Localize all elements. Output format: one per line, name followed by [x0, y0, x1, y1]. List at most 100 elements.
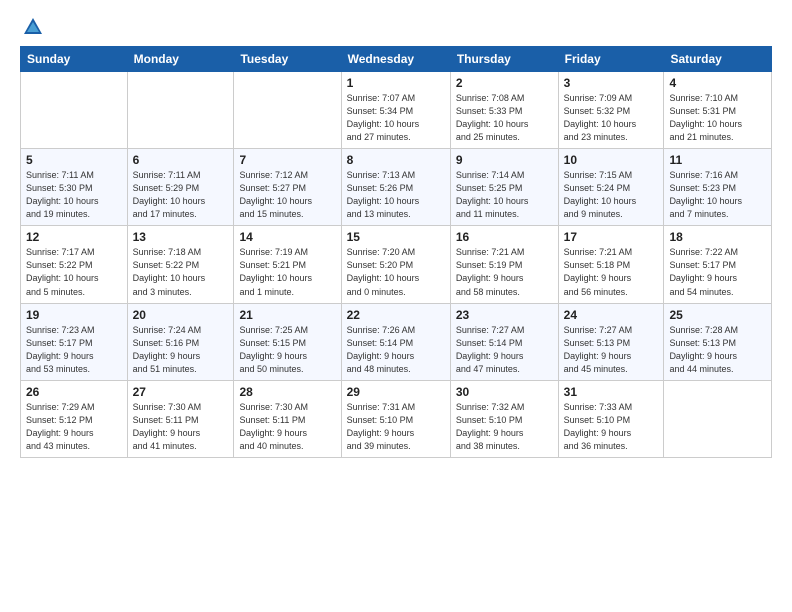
calendar-week-row: 12 Sunrise: 7:17 AM Sunset: 5:22 PM Dayli… [21, 226, 772, 303]
day-info: Sunrise: 7:30 AM Sunset: 5:11 PM Dayligh… [239, 401, 335, 453]
calendar-cell: 9 Sunrise: 7:14 AM Sunset: 5:25 PM Daylig… [450, 149, 558, 226]
calendar-cell: 15 Sunrise: 7:20 AM Sunset: 5:20 PM Dayli… [341, 226, 450, 303]
day-number: 21 [239, 308, 335, 322]
calendar-cell: 14Sunrise: 7:19 AM Sunset: 5:21 PM Dayli… [234, 226, 341, 303]
weekday-header: Tuesday [234, 47, 341, 72]
day-number: 18 [669, 230, 766, 244]
calendar-cell: 1Sunrise: 7:07 AM Sunset: 5:34 PM Daylig… [341, 72, 450, 149]
day-info: Sunrise: 7:33 AM Sunset: 5:10 PM Dayligh… [564, 401, 659, 453]
day-info: Sunrise: 7:13 AM Sunset: 5:26 PM Dayligh… [347, 169, 445, 221]
day-number: 14 [239, 230, 335, 244]
calendar-cell: 6 Sunrise: 7:11 AM Sunset: 5:29 PM Daylig… [127, 149, 234, 226]
calendar-cell: 4 Sunrise: 7:10 AM Sunset: 5:31 PM Daylig… [664, 72, 772, 149]
calendar-header-row: SundayMondayTuesdayWednesdayThursdayFrid… [21, 47, 772, 72]
calendar-cell: 28 Sunrise: 7:30 AM Sunset: 5:11 PM Dayli… [234, 380, 341, 457]
day-number: 26 [26, 385, 122, 399]
calendar-cell: 8 Sunrise: 7:13 AM Sunset: 5:26 PM Daylig… [341, 149, 450, 226]
calendar-cell: 21 Sunrise: 7:25 AM Sunset: 5:15 PM Dayli… [234, 303, 341, 380]
day-number: 23 [456, 308, 553, 322]
logo [20, 16, 44, 38]
calendar-cell: 5 Sunrise: 7:11 AM Sunset: 5:30 PM Daylig… [21, 149, 128, 226]
calendar: SundayMondayTuesdayWednesdayThursdayFrid… [20, 46, 772, 458]
day-info: Sunrise: 7:31 AM Sunset: 5:10 PM Dayligh… [347, 401, 445, 453]
calendar-cell: 30Sunrise: 7:32 AM Sunset: 5:10 PM Dayli… [450, 380, 558, 457]
day-info: Sunrise: 7:17 AM Sunset: 5:22 PM Dayligh… [26, 246, 122, 298]
page: SundayMondayTuesdayWednesdayThursdayFrid… [0, 0, 792, 468]
day-number: 17 [564, 230, 659, 244]
day-info: Sunrise: 7:22 AM Sunset: 5:17 PM Dayligh… [669, 246, 766, 298]
day-info: Sunrise: 7:18 AM Sunset: 5:22 PM Dayligh… [133, 246, 229, 298]
day-info: Sunrise: 7:16 AM Sunset: 5:23 PM Dayligh… [669, 169, 766, 221]
calendar-cell: 23Sunrise: 7:27 AM Sunset: 5:14 PM Dayli… [450, 303, 558, 380]
day-info: Sunrise: 7:20 AM Sunset: 5:20 PM Dayligh… [347, 246, 445, 298]
weekday-header: Monday [127, 47, 234, 72]
calendar-cell: 22 Sunrise: 7:26 AM Sunset: 5:14 PM Dayli… [341, 303, 450, 380]
day-info: Sunrise: 7:08 AM Sunset: 5:33 PM Dayligh… [456, 92, 553, 144]
weekday-header: Wednesday [341, 47, 450, 72]
header [20, 16, 772, 38]
day-number: 10 [564, 153, 659, 167]
day-number: 25 [669, 308, 766, 322]
day-info: Sunrise: 7:21 AM Sunset: 5:19 PM Dayligh… [456, 246, 553, 298]
day-info: Sunrise: 7:14 AM Sunset: 5:25 PM Dayligh… [456, 169, 553, 221]
day-number: 7 [239, 153, 335, 167]
day-info: Sunrise: 7:23 AM Sunset: 5:17 PM Dayligh… [26, 324, 122, 376]
day-number: 9 [456, 153, 553, 167]
weekday-header: Sunday [21, 47, 128, 72]
calendar-cell [664, 380, 772, 457]
logo-icon [22, 16, 44, 38]
calendar-cell: 12 Sunrise: 7:17 AM Sunset: 5:22 PM Dayli… [21, 226, 128, 303]
day-number: 22 [347, 308, 445, 322]
calendar-cell: 16 Sunrise: 7:21 AM Sunset: 5:19 PM Dayli… [450, 226, 558, 303]
day-number: 15 [347, 230, 445, 244]
calendar-cell: 26Sunrise: 7:29 AM Sunset: 5:12 PM Dayli… [21, 380, 128, 457]
calendar-week-row: 26Sunrise: 7:29 AM Sunset: 5:12 PM Dayli… [21, 380, 772, 457]
day-info: Sunrise: 7:27 AM Sunset: 5:13 PM Dayligh… [564, 324, 659, 376]
day-info: Sunrise: 7:10 AM Sunset: 5:31 PM Dayligh… [669, 92, 766, 144]
calendar-cell: 29 Sunrise: 7:31 AM Sunset: 5:10 PM Dayli… [341, 380, 450, 457]
day-number: 11 [669, 153, 766, 167]
day-number: 2 [456, 76, 553, 90]
day-number: 29 [347, 385, 445, 399]
day-number: 24 [564, 308, 659, 322]
day-info: Sunrise: 7:32 AM Sunset: 5:10 PM Dayligh… [456, 401, 553, 453]
day-info: Sunrise: 7:09 AM Sunset: 5:32 PM Dayligh… [564, 92, 659, 144]
day-number: 8 [347, 153, 445, 167]
day-number: 5 [26, 153, 122, 167]
calendar-cell [127, 72, 234, 149]
calendar-cell: 19 Sunrise: 7:23 AM Sunset: 5:17 PM Dayli… [21, 303, 128, 380]
calendar-cell: 7Sunrise: 7:12 AM Sunset: 5:27 PM Daylig… [234, 149, 341, 226]
calendar-cell: 10 Sunrise: 7:15 AM Sunset: 5:24 PM Dayli… [558, 149, 664, 226]
calendar-cell: 25 Sunrise: 7:28 AM Sunset: 5:13 PM Dayli… [664, 303, 772, 380]
calendar-week-row: 5 Sunrise: 7:11 AM Sunset: 5:30 PM Daylig… [21, 149, 772, 226]
day-info: Sunrise: 7:28 AM Sunset: 5:13 PM Dayligh… [669, 324, 766, 376]
day-info: Sunrise: 7:21 AM Sunset: 5:18 PM Dayligh… [564, 246, 659, 298]
day-info: Sunrise: 7:30 AM Sunset: 5:11 PM Dayligh… [133, 401, 229, 453]
calendar-cell: 3Sunrise: 7:09 AM Sunset: 5:32 PM Daylig… [558, 72, 664, 149]
day-info: Sunrise: 7:25 AM Sunset: 5:15 PM Dayligh… [239, 324, 335, 376]
calendar-cell: 17 Sunrise: 7:21 AM Sunset: 5:18 PM Dayli… [558, 226, 664, 303]
day-info: Sunrise: 7:07 AM Sunset: 5:34 PM Dayligh… [347, 92, 445, 144]
calendar-week-row: 1Sunrise: 7:07 AM Sunset: 5:34 PM Daylig… [21, 72, 772, 149]
calendar-cell: 13Sunrise: 7:18 AM Sunset: 5:22 PM Dayli… [127, 226, 234, 303]
calendar-cell: 27Sunrise: 7:30 AM Sunset: 5:11 PM Dayli… [127, 380, 234, 457]
calendar-cell: 20Sunrise: 7:24 AM Sunset: 5:16 PM Dayli… [127, 303, 234, 380]
calendar-cell: 18 Sunrise: 7:22 AM Sunset: 5:17 PM Dayli… [664, 226, 772, 303]
day-number: 31 [564, 385, 659, 399]
calendar-cell: 2 Sunrise: 7:08 AM Sunset: 5:33 PM Daylig… [450, 72, 558, 149]
weekday-header: Friday [558, 47, 664, 72]
day-number: 12 [26, 230, 122, 244]
day-info: Sunrise: 7:15 AM Sunset: 5:24 PM Dayligh… [564, 169, 659, 221]
calendar-cell: 11 Sunrise: 7:16 AM Sunset: 5:23 PM Dayli… [664, 149, 772, 226]
day-number: 6 [133, 153, 229, 167]
calendar-cell: 31 Sunrise: 7:33 AM Sunset: 5:10 PM Dayli… [558, 380, 664, 457]
day-number: 16 [456, 230, 553, 244]
day-number: 28 [239, 385, 335, 399]
day-info: Sunrise: 7:11 AM Sunset: 5:30 PM Dayligh… [26, 169, 122, 221]
weekday-header: Saturday [664, 47, 772, 72]
day-number: 20 [133, 308, 229, 322]
day-number: 19 [26, 308, 122, 322]
day-info: Sunrise: 7:26 AM Sunset: 5:14 PM Dayligh… [347, 324, 445, 376]
day-info: Sunrise: 7:11 AM Sunset: 5:29 PM Dayligh… [133, 169, 229, 221]
day-number: 4 [669, 76, 766, 90]
